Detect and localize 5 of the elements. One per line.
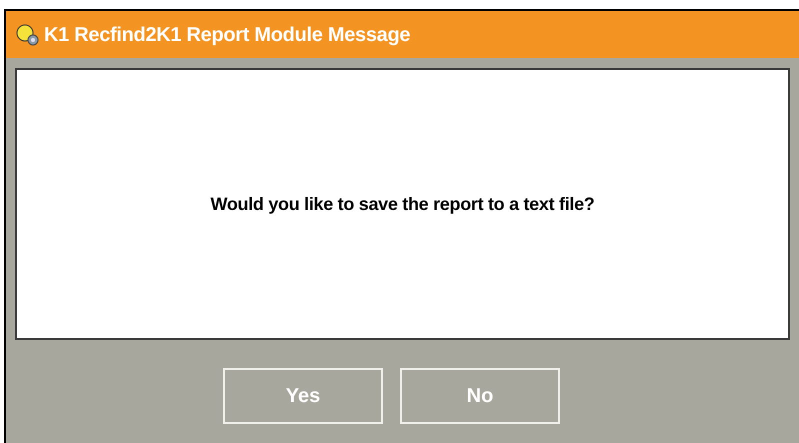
- no-button[interactable]: No: [400, 368, 560, 424]
- app-icon: [16, 22, 40, 46]
- window-title: K1 Recfind2K1 Report Module Message: [44, 22, 410, 48]
- message-text: Would you like to save the report to a text file?: [210, 192, 595, 216]
- yes-button[interactable]: Yes: [223, 368, 383, 424]
